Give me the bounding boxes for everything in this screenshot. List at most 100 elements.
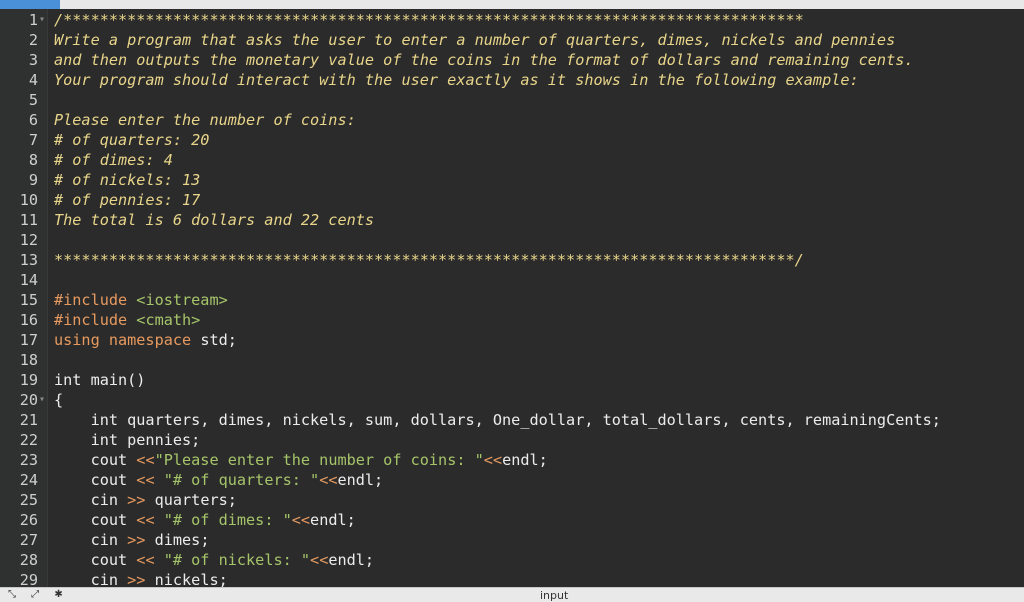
code-text: int pennies;	[54, 430, 201, 450]
line-number: 26	[19, 511, 38, 529]
code-line[interactable]: 21 int quarters, dimes, nickels, sum, do…	[0, 410, 1024, 430]
code-text: Please enter the number of coins:	[54, 110, 356, 130]
code-text: # of quarters: 20	[54, 130, 209, 150]
line-number: 27	[19, 531, 38, 549]
code-token: int main()	[54, 371, 146, 389]
code-line[interactable]: 6 Please enter the number of coins:	[0, 110, 1024, 130]
code-line[interactable]: 9 # of nickels: 13	[0, 170, 1024, 190]
code-token: endl;	[337, 471, 384, 489]
code-token: # of pennies: 17	[54, 191, 201, 209]
code-text: # of dimes: 4	[54, 150, 173, 170]
code-token: "# of quarters: "	[154, 471, 320, 489]
code-token: Your program should interact with the us…	[54, 71, 859, 89]
line-number: 5	[28, 91, 38, 109]
code-token: The total is 6 dollars and 22 cents	[54, 211, 375, 229]
code-token: <<	[291, 511, 311, 529]
code-token: >>	[127, 571, 146, 587]
code-line[interactable]: 5	[0, 90, 1024, 110]
code-line[interactable]: 7 # of quarters: 20	[0, 130, 1024, 150]
line-number: 14	[19, 271, 38, 289]
code-line[interactable]: 20 ▾ {	[0, 390, 1024, 410]
line-number: 12	[19, 231, 38, 249]
code-line[interactable]: 27 cin >> dimes;	[0, 530, 1024, 550]
code-line[interactable]: 25 cin >> quarters;	[0, 490, 1024, 510]
code-token: endl;	[328, 551, 375, 569]
code-token: ****************************************…	[54, 251, 804, 269]
line-number: 1	[28, 11, 38, 29]
code-text: {	[54, 390, 63, 410]
code-token: <<	[136, 511, 155, 529]
code-text: cin >> nickels;	[54, 570, 228, 587]
code-token: cin	[54, 571, 128, 587]
code-token: Please enter the number of coins:	[54, 111, 356, 129]
line-number: 16	[19, 311, 38, 329]
line-number: 18	[19, 351, 38, 369]
code-line[interactable]: 18	[0, 350, 1024, 370]
line-number: 3	[28, 51, 38, 69]
code-text: #include <iostream>	[54, 290, 228, 310]
code-text: ****************************************…	[54, 250, 804, 270]
code-line[interactable]: 1 ▾ /*************************************…	[0, 10, 1024, 30]
code-token: <<	[136, 471, 155, 489]
code-token: # of nickels: 13	[54, 171, 201, 189]
line-number: 21	[19, 411, 38, 429]
code-token: "# of nickels: "	[154, 551, 311, 569]
fold-toggle-icon[interactable]: ▾	[39, 10, 45, 30]
code-line[interactable]: 24 cout << "# of quarters: "<<endl;	[0, 470, 1024, 490]
code-token: nickels;	[145, 571, 228, 587]
code-line[interactable]: 2 Write a program that asks the user to e…	[0, 30, 1024, 50]
code-token: >>	[127, 491, 146, 509]
line-number: 22	[19, 431, 38, 449]
line-number: 19	[19, 371, 38, 389]
code-line[interactable]: 12	[0, 230, 1024, 250]
code-line[interactable]: 17 using namespace std;	[0, 330, 1024, 350]
line-number: 25	[19, 491, 38, 509]
code-token: # of dimes: 4	[54, 151, 173, 169]
code-text: using namespace std;	[54, 330, 237, 350]
code-text: cin >> quarters;	[54, 490, 237, 510]
code-token: endl;	[310, 511, 356, 529]
code-text: Your program should interact with the us…	[54, 70, 859, 90]
code-token: quarters;	[145, 491, 237, 509]
code-line[interactable]: 26 cout << "# of dimes: "<<endl;	[0, 510, 1024, 530]
code-line[interactable]: 10 # of pennies: 17	[0, 190, 1024, 210]
code-token: <<	[319, 471, 338, 489]
code-token: <<	[310, 551, 329, 569]
fold-toggle-icon[interactable]: ▾	[39, 390, 45, 410]
line-number: 4	[28, 71, 38, 89]
code-line[interactable]: 16 #include <cmath>	[0, 310, 1024, 330]
code-line[interactable]: 19 int main()	[0, 370, 1024, 390]
code-line[interactable]: 13 **************************************…	[0, 250, 1024, 270]
line-number: 23	[19, 451, 38, 469]
code-token: {	[54, 391, 64, 409]
code-line[interactable]: 3 and then outputs the monetary value of …	[0, 50, 1024, 70]
code-line[interactable]: 8 # of dimes: 4	[0, 150, 1024, 170]
code-token: using namespace	[54, 331, 201, 349]
input-panel-label[interactable]: input	[540, 589, 568, 602]
code-line[interactable]: 14	[0, 270, 1024, 290]
code-text: cout << "# of nickels: "<<endl;	[54, 550, 375, 570]
code-line[interactable]: 23 cout <<"Please enter the number of co…	[0, 450, 1024, 470]
code-text: # of pennies: 17	[54, 190, 200, 210]
line-number: 6	[28, 111, 38, 129]
line-number: 7	[28, 131, 38, 149]
code-token: <<	[136, 551, 155, 569]
line-number: 10	[19, 191, 38, 209]
code-editor[interactable]: 1 ▾/*************************************…	[0, 9, 1024, 587]
bottom-icons[interactable]: ⤡ ⤢ ✱	[8, 589, 69, 600]
code-line[interactable]: 22 int pennies;	[0, 430, 1024, 450]
code-text: The total is 6 dollars and 22 cents	[54, 210, 374, 230]
active-tab[interactable]	[0, 0, 60, 9]
code-token: "# of dimes: "	[154, 511, 292, 529]
code-token: dimes;	[145, 531, 210, 549]
code-token: <<	[483, 451, 503, 469]
line-number: 17	[19, 331, 38, 349]
code-token: <<	[136, 451, 155, 469]
code-line[interactable]: 28 cout << "# of nickels: "<<endl;	[0, 550, 1024, 570]
code-line[interactable]: 4 Your program should interact with the u…	[0, 70, 1024, 90]
code-line[interactable]: 29 cin >> nickels;	[0, 570, 1024, 587]
code-line[interactable]: 11 The total is 6 dollars and 22 cents	[0, 210, 1024, 230]
code-token: cout	[54, 471, 137, 489]
top-toolbar	[0, 0, 1024, 9]
code-line[interactable]: 15 #include <iostream>	[0, 290, 1024, 310]
